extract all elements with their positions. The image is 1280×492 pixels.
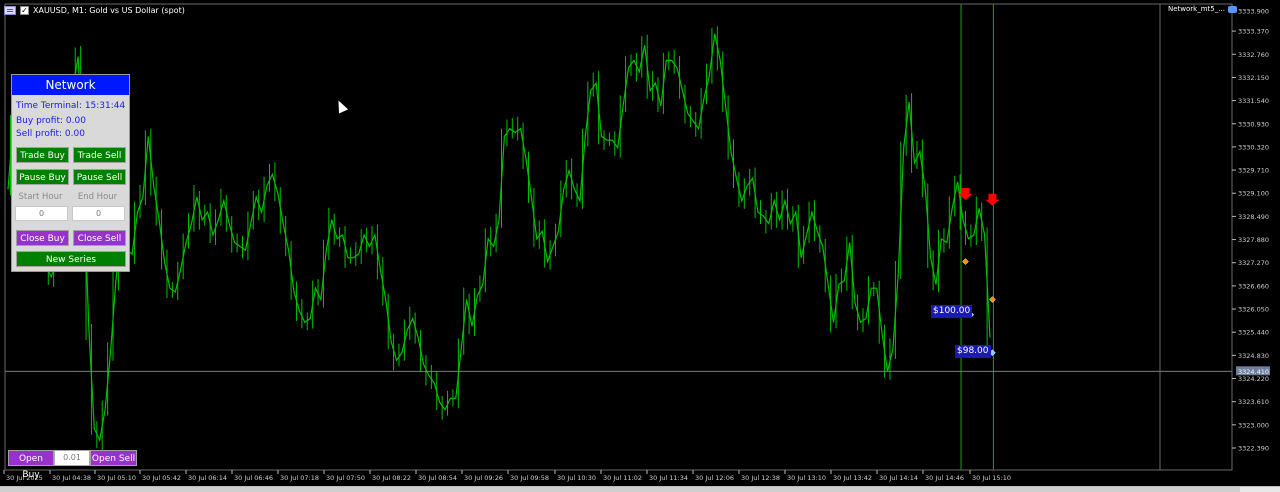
start-hour-label: Start Hour — [18, 192, 63, 202]
x-tick-label: 30 Jul 05:42 — [142, 474, 181, 482]
end-hour-label: End Hour — [77, 192, 118, 202]
close-buy-button[interactable]: Close Buy — [16, 230, 69, 246]
start-hour-input[interactable]: 0 — [15, 206, 68, 221]
y-tick-label: 3323.000 — [1238, 421, 1269, 429]
trade-buy-button[interactable]: Trade Buy — [16, 147, 69, 163]
scrollbar-thumb[interactable] — [0, 487, 1240, 492]
x-tick-label: 30 Jul 04:38 — [52, 474, 91, 482]
new-series-button[interactable]: New Series — [16, 251, 126, 267]
x-tick-label: 30 Jul 07:18 — [280, 474, 319, 482]
open-sell-button[interactable]: Open Sell — [90, 450, 137, 466]
end-hour-input[interactable]: 0 — [72, 206, 125, 221]
y-tick-label: 3326.660 — [1238, 282, 1269, 290]
buy-profit: Buy profit: 0.00 — [16, 116, 86, 126]
y-tick-label: 3322.390 — [1238, 445, 1269, 453]
y-tick-label: 3326.050 — [1238, 306, 1269, 314]
y-tick-label: 3330.320 — [1238, 143, 1269, 151]
sell-arrow-icon[interactable] — [985, 193, 1000, 206]
x-tick-label: 30 Jul 15:10 — [972, 474, 1011, 482]
x-tick-label: 30 Jul 08:54 — [418, 474, 457, 482]
network-panel: Network Time Terminal: 15:31:44 Buy prof… — [11, 74, 130, 272]
close-sell-button[interactable]: Close Sell — [73, 230, 126, 246]
entry-point-icon[interactable] — [989, 296, 996, 303]
chart-window-icon[interactable] — [4, 5, 16, 15]
x-tick-label: 30 Jul 13:42 — [833, 474, 872, 482]
pause-sell-button[interactable]: Pause Sell — [73, 169, 126, 185]
y-tick-label: 3324.830 — [1238, 352, 1269, 360]
sell-profit: Sell profit: 0.00 — [16, 129, 85, 139]
y-tick-label: 3328.490 — [1238, 213, 1269, 221]
x-tick-label: 30 Jul 05:10 — [97, 474, 136, 482]
x-tick-label: 30 Jul 12:06 — [695, 474, 734, 482]
horizontal-scrollbar[interactable] — [0, 486, 1280, 492]
x-tick-label: 30 Jul 07:50 — [326, 474, 365, 482]
x-tick-label: 30 Jul 11:34 — [649, 474, 688, 482]
chart-window[interactable]: 3324.410 3333.900 3333.370 3332.760 3332.150… — [0, 0, 1280, 492]
one-click-trading-checkbox-icon[interactable]: ✓ — [20, 5, 29, 15]
x-tick-label: 30 Jul 11:02 — [603, 474, 642, 482]
panel-title[interactable]: Network — [12, 75, 129, 95]
y-tick-label: 3324.220 — [1238, 375, 1269, 383]
y-tick-label: 3332.760 — [1238, 51, 1269, 59]
x-tick-label: 30 Jul 09:26 — [464, 474, 503, 482]
y-tick-label: 3331.540 — [1238, 97, 1269, 105]
profit-tag-sell: $98.00 — [955, 345, 991, 358]
y-tick-label: 3333.900 — [1238, 8, 1269, 16]
x-tick-label: 30 Jul 06:14 — [188, 474, 227, 482]
x-tick-label: 30 Jul 13:10 — [787, 474, 826, 482]
indicator-cloud-icon[interactable] — [1227, 5, 1237, 13]
profit-tag-buy: $100.00 — [931, 305, 973, 318]
trade-sell-button[interactable]: Trade Sell — [73, 147, 126, 163]
entry-point-icon[interactable] — [962, 258, 969, 265]
x-tick-label: 30 Jul 14:14 — [879, 474, 918, 482]
y-tick-label: 3329.710 — [1238, 167, 1269, 175]
price-chart[interactable]: 3324.4103333.9003333.3703332.7603332.150… — [0, 0, 1280, 492]
pause-buy-button[interactable]: Pause Buy — [16, 169, 69, 185]
y-tick-label: 3330.930 — [1238, 120, 1269, 128]
time-terminal: Time Terminal: 15:31:44 — [16, 101, 126, 111]
y-tick-label: 3332.150 — [1238, 74, 1269, 82]
y-tick-label: 3325.440 — [1238, 329, 1269, 337]
lot-size-input[interactable]: 0.01 — [54, 450, 90, 466]
y-tick-label: 3327.880 — [1238, 236, 1269, 244]
x-tick-label: 30 Jul 10:30 — [557, 474, 596, 482]
open-buy-button[interactable]: Open Buy — [8, 450, 54, 480]
chart-title: XAUUSD, M1: Gold vs US Dollar (spot) — [33, 5, 185, 15]
price-series-line — [7, 33, 991, 442]
y-tick-label: 3329.100 — [1238, 190, 1269, 198]
x-tick-label: 30 Jul 12:38 — [741, 474, 780, 482]
indicator-label: Network_mt5_... — [1168, 5, 1237, 13]
x-tick-label: 30 Jul 06:46 — [234, 474, 273, 482]
x-tick-label: 30 Jul 14:46 — [925, 474, 964, 482]
x-tick-label: 30 Jul 08:22 — [372, 474, 411, 482]
y-tick-label: 3323.610 — [1238, 398, 1269, 406]
y-tick-label: 3327.270 — [1238, 259, 1269, 267]
y-tick-label: 3333.370 — [1238, 28, 1269, 36]
indicator-name: Network_mt5_... — [1168, 5, 1225, 13]
chart-title-bar: ✓ XAUUSD, M1: Gold vs US Dollar (spot) — [4, 3, 185, 17]
x-tick-label: 30 Jul 09:58 — [510, 474, 549, 482]
